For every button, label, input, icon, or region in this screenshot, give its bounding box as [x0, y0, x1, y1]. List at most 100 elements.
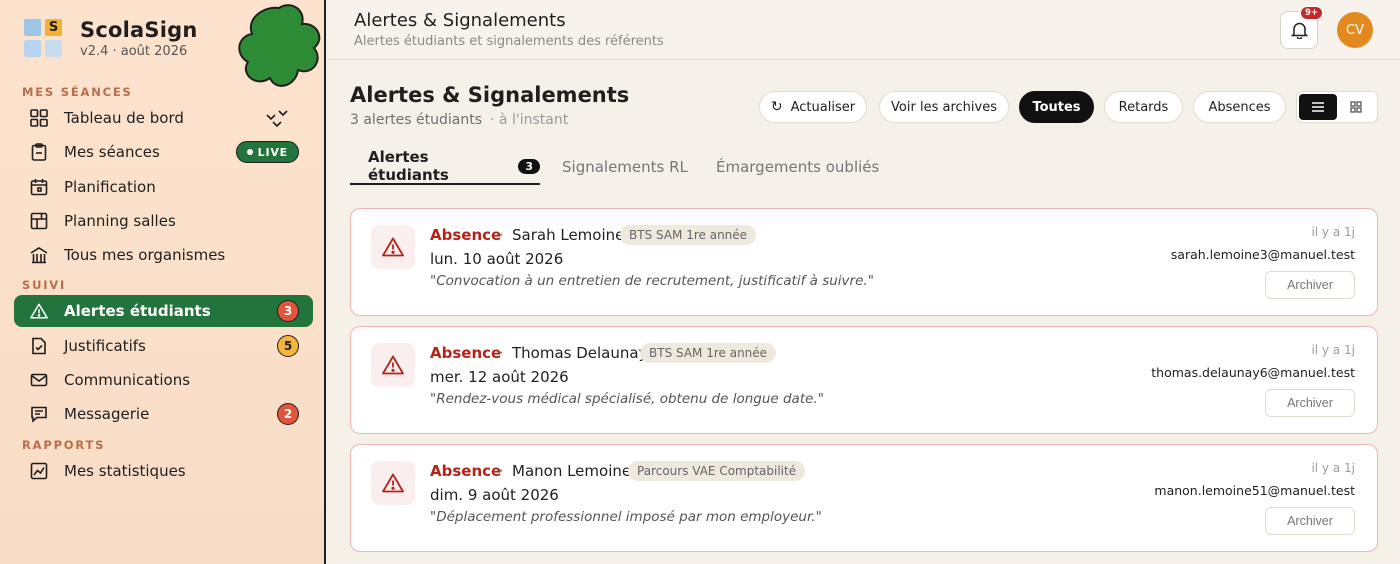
sidebar-item-label: Alertes étudiants — [64, 302, 211, 320]
list-view-button[interactable] — [1299, 94, 1337, 120]
sidebar-item-planning[interactable]: Planification — [14, 171, 313, 203]
header-title: Alertes & Signalements — [354, 10, 566, 31]
filter-absences-button[interactable]: Absences — [1193, 91, 1286, 123]
brand[interactable]: S ScolaSign v2.4 · août 2026 — [24, 18, 197, 59]
alerts-count-badge: 3 — [277, 300, 299, 322]
chart-icon — [30, 462, 48, 480]
avatar[interactable]: CV — [1337, 12, 1373, 48]
alert-reason: "Convocation à un entretien de recruteme… — [430, 273, 874, 289]
notifications-badge: 9+ — [1299, 6, 1323, 20]
section-label-suivi: SUIVI — [22, 278, 67, 292]
app-name: ScolaSign — [80, 18, 198, 42]
chevron-down-icon[interactable] — [265, 108, 291, 130]
archive-button[interactable]: Archiver — [1265, 389, 1355, 417]
warning-icon — [371, 225, 415, 269]
view-archives-button[interactable]: Voir les archives — [879, 91, 1009, 123]
tab-count-badge: 3 — [518, 158, 540, 174]
alert-reason: "Rendez-vous médical spécialisé, obtenu … — [430, 391, 824, 407]
bell-icon — [1290, 22, 1308, 39]
clover-decoration-icon — [238, 4, 321, 87]
list-icon — [1312, 102, 1324, 112]
view-toggle — [1296, 91, 1378, 123]
archive-button[interactable]: Archiver — [1265, 271, 1355, 299]
alerts-count-text: 3 alertes étudiants — [350, 112, 483, 128]
alert-date: dim. 9 août 2026 — [430, 486, 559, 504]
sidebar-item-justifications[interactable]: Justificatifs 5 — [14, 330, 313, 362]
alert-time: il y a 1j — [1311, 225, 1355, 239]
warning-icon — [30, 302, 48, 320]
page-meta: 3 alertes étudiants · à l'instant — [350, 112, 568, 128]
student-name[interactable]: Thomas Delaunay — [512, 344, 647, 362]
tab-forgotten-signatures[interactable]: Émargements oubliés — [716, 149, 879, 185]
alert-time: il y a 1j — [1311, 461, 1355, 475]
archive-button[interactable]: Archiver — [1265, 507, 1355, 535]
alert-type: Absence — [430, 462, 502, 480]
tabs: Alertes étudiants 3 Signalements RL Émar… — [350, 148, 1380, 187]
sidebar-item-sessions[interactable]: Mes séances LIVE — [14, 136, 313, 168]
sidebar-item-communications[interactable]: Communications — [14, 364, 313, 396]
alert-card: Absence · Manon Lemoine Parcours VAE Com… — [350, 444, 1378, 552]
sidebar-item-label: Tous mes organismes — [64, 246, 226, 264]
student-email[interactable]: thomas.delaunay6@manuel.test — [1151, 365, 1355, 380]
refresh-icon: ↻ — [770, 99, 783, 115]
sidebar: S ScolaSign v2.4 · août 2026 MES SÉANCES… — [0, 0, 326, 564]
app-logo-icon: S — [24, 18, 64, 59]
sidebar-item-dashboard[interactable]: Tableau de bord — [14, 102, 313, 134]
alert-date: lun. 10 août 2026 — [430, 250, 564, 268]
sidebar-item-messages[interactable]: Messagerie 2 — [14, 398, 313, 430]
sidebar-item-rooms[interactable]: Planning salles — [14, 205, 313, 237]
program-badge: BTS SAM 1re année — [640, 343, 777, 363]
section-label-rapports: RAPPORTS — [22, 438, 106, 452]
section-label-seances: MES SÉANCES — [22, 85, 133, 99]
sidebar-item-label: Communications — [64, 371, 191, 389]
grid-icon — [30, 109, 48, 127]
alert-time: il y a 1j — [1311, 343, 1355, 357]
messages-count-badge: 2 — [277, 403, 299, 425]
header-subtitle: Alertes étudiants et signalements des ré… — [354, 34, 664, 49]
sidebar-item-label: Messagerie — [64, 405, 150, 423]
building-icon — [30, 246, 48, 264]
sidebar-item-label: Mes statistiques — [64, 462, 186, 480]
sidebar-item-label: Justificatifs — [64, 337, 146, 355]
sidebar-item-organisms[interactable]: Tous mes organismes — [14, 239, 313, 271]
clipboard-icon — [30, 143, 48, 161]
top-header: Alertes & Signalements Alertes étudiants… — [328, 0, 1400, 60]
student-email[interactable]: manon.lemoine51@manuel.test — [1154, 483, 1355, 498]
student-name[interactable]: Sarah Lemoine — [512, 226, 624, 244]
alert-date: mer. 12 août 2026 — [430, 368, 569, 386]
justifications-count-badge: 5 — [277, 335, 299, 357]
sidebar-item-label: Planning salles — [64, 212, 176, 230]
warning-icon — [371, 461, 415, 505]
student-email[interactable]: sarah.lemoine3@manuel.test — [1171, 247, 1355, 262]
alert-type: Absence — [430, 344, 502, 362]
alert-card: Absence · Sarah Lemoine BTS SAM 1re anné… — [350, 208, 1378, 316]
notifications-button[interactable]: 9+ — [1280, 6, 1323, 49]
filter-late-button[interactable]: Retards — [1104, 91, 1183, 123]
grid-icon — [1350, 101, 1362, 113]
sidebar-item-label: Planification — [64, 178, 156, 196]
filter-all-button[interactable]: Toutes — [1019, 91, 1094, 123]
sidebar-item-label: Mes séances — [64, 143, 160, 161]
app-version: v2.4 · août 2026 — [80, 44, 188, 59]
student-name[interactable]: Manon Lemoine — [512, 462, 631, 480]
mail-icon — [30, 371, 48, 389]
last-updated: · à l'instant — [490, 112, 569, 128]
sidebar-item-statistics[interactable]: Mes statistiques — [14, 455, 313, 487]
tab-rl-reports[interactable]: Signalements RL — [562, 149, 688, 185]
alert-reason: "Déplacement professionnel imposé par mo… — [430, 509, 822, 525]
chat-icon — [30, 405, 48, 423]
grid-view-button[interactable] — [1337, 94, 1375, 120]
alert-card: Absence · Thomas Delaunay BTS SAM 1re an… — [350, 326, 1378, 434]
program-badge: BTS SAM 1re année — [620, 225, 757, 245]
alert-type: Absence — [430, 226, 502, 244]
calendar-icon — [30, 178, 48, 196]
sidebar-item-label: Tableau de bord — [64, 109, 184, 127]
program-badge: Parcours VAE Comptabilité — [628, 461, 806, 481]
refresh-button[interactable]: ↻ Actualiser — [759, 91, 867, 123]
tab-student-alerts[interactable]: Alertes étudiants 3 — [350, 148, 540, 185]
layout-icon — [30, 212, 48, 230]
document-check-icon — [30, 337, 48, 355]
main-content: Alertes & Signalements 3 alertes étudian… — [328, 61, 1400, 564]
sidebar-item-student-alerts[interactable]: Alertes étudiants 3 — [14, 295, 313, 327]
warning-icon — [371, 343, 415, 387]
